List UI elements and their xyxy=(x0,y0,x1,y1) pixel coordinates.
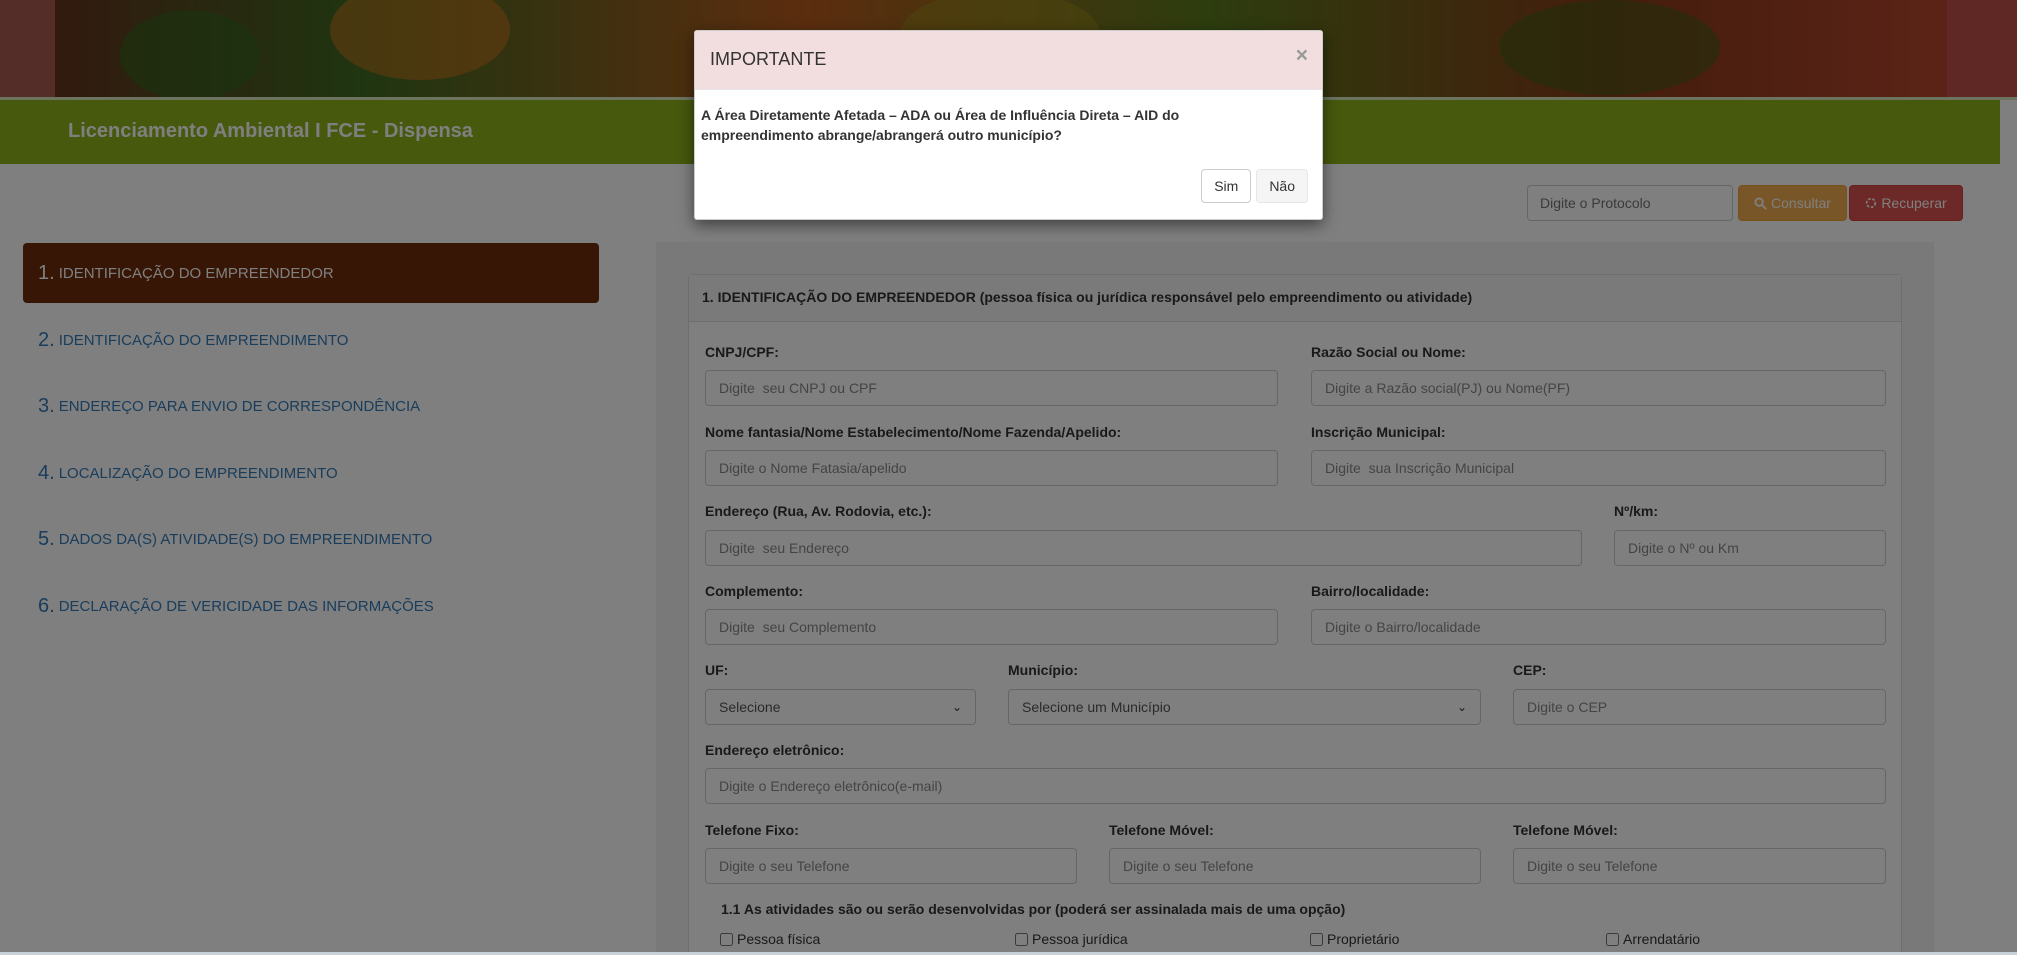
dialog-header: IMPORTANTE × xyxy=(695,31,1322,90)
dialog-title: IMPORTANTE xyxy=(710,49,827,69)
yes-button[interactable]: Sim xyxy=(1201,169,1252,203)
dialog-message: A Área Diretamente Afetada – ADA ou Área… xyxy=(701,107,1180,143)
confirm-dialog: IMPORTANTE × A Área Diretamente Afetada … xyxy=(694,30,1323,220)
no-button[interactable]: Não xyxy=(1256,169,1308,203)
close-icon[interactable]: × xyxy=(1296,44,1308,68)
dialog-footer: Sim Não xyxy=(1201,169,1308,203)
